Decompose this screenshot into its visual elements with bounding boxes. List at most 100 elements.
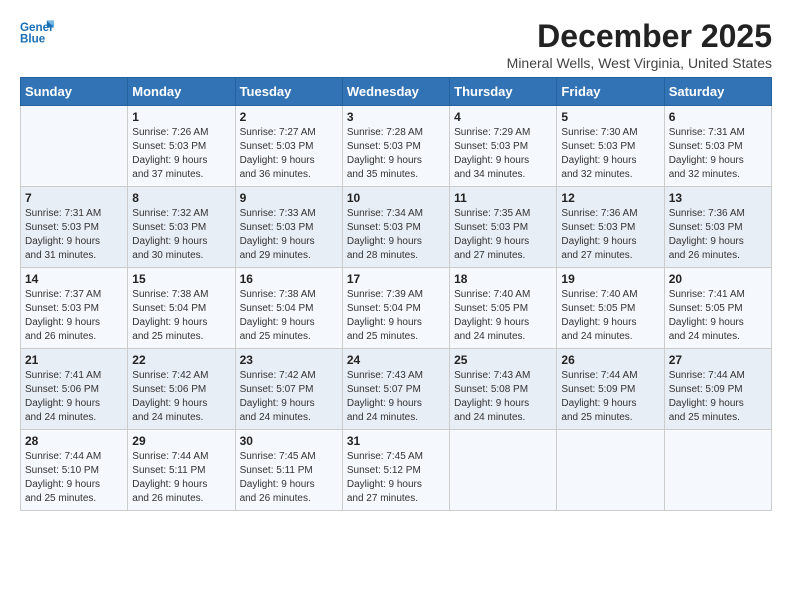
day-cell: 1 Sunrise: 7:26 AM Sunset: 5:03 PM Daylig… — [128, 106, 235, 187]
day-number: 6 — [669, 110, 767, 124]
weekday-header-saturday: Saturday — [664, 78, 771, 106]
day-cell: 4Sunrise: 7:29 AM Sunset: 5:03 PM Daylig… — [450, 106, 557, 187]
day-info: Sunrise: 7:45 AM Sunset: 5:12 PM Dayligh… — [347, 450, 445, 506]
header: General Blue December 2025 Mineral Wells… — [20, 18, 772, 71]
day-cell: 10 Sunrise: 7:34 AM Sunset: 5:03 PM Dayli… — [342, 187, 449, 268]
day-cell: 29Sunrise: 7:44 AM Sunset: 5:11 PM Dayli… — [128, 430, 235, 511]
day-number: 10 — [347, 191, 445, 205]
day-number: 23 — [240, 353, 338, 367]
day-cell: 18 Sunrise: 7:40 AM Sunset: 5:05 PM Dayli… — [450, 268, 557, 349]
day-number: 27 — [669, 353, 767, 367]
day-cell: 30 Sunrise: 7:45 AM Sunset: 5:11 PM Dayli… — [235, 430, 342, 511]
day-number: 8 — [132, 191, 230, 205]
day-info: Sunrise: 7:43 AM Sunset: 5:08 PM Dayligh… — [454, 369, 552, 425]
weekday-header-monday: Monday — [128, 78, 235, 106]
day-cell: 12 Sunrise: 7:36 AM Sunset: 5:03 PM Dayli… — [557, 187, 664, 268]
day-cell — [664, 430, 771, 511]
day-cell: 19Sunrise: 7:40 AM Sunset: 5:05 PM Dayli… — [557, 268, 664, 349]
day-cell — [557, 430, 664, 511]
day-info: Sunrise: 7:41 AM Sunset: 5:06 PM Dayligh… — [25, 369, 123, 425]
svg-text:Blue: Blue — [20, 33, 46, 46]
day-info: Sunrise: 7:44 AM Sunset: 5:09 PM Dayligh… — [669, 369, 767, 425]
week-row-1: 1 Sunrise: 7:26 AM Sunset: 5:03 PM Daylig… — [21, 106, 772, 187]
week-row-5: 28 Sunrise: 7:44 AM Sunset: 5:10 PM Dayli… — [21, 430, 772, 511]
day-cell: 9 Sunrise: 7:33 AM Sunset: 5:03 PM Daylig… — [235, 187, 342, 268]
location: Mineral Wells, West Virginia, United Sta… — [507, 55, 772, 71]
day-info: Sunrise: 7:40 AM Sunset: 5:05 PM Dayligh… — [561, 288, 659, 344]
day-info: Sunrise: 7:37 AM Sunset: 5:03 PM Dayligh… — [25, 288, 123, 344]
week-row-4: 21 Sunrise: 7:41 AM Sunset: 5:06 PM Dayli… — [21, 349, 772, 430]
day-cell: 23Sunrise: 7:42 AM Sunset: 5:07 PM Dayli… — [235, 349, 342, 430]
day-cell: 24 Sunrise: 7:43 AM Sunset: 5:07 PM Dayli… — [342, 349, 449, 430]
day-cell: 2 Sunrise: 7:27 AM Sunset: 5:03 PM Daylig… — [235, 106, 342, 187]
day-info: Sunrise: 7:45 AM Sunset: 5:11 PM Dayligh… — [240, 450, 338, 506]
day-number: 12 — [561, 191, 659, 205]
weekday-header-friday: Friday — [557, 78, 664, 106]
day-info: Sunrise: 7:27 AM Sunset: 5:03 PM Dayligh… — [240, 126, 338, 182]
day-info: Sunrise: 7:28 AM Sunset: 5:03 PM Dayligh… — [347, 126, 445, 182]
day-info: Sunrise: 7:38 AM Sunset: 5:04 PM Dayligh… — [132, 288, 230, 344]
day-number: 1 — [132, 110, 230, 124]
day-info: Sunrise: 7:42 AM Sunset: 5:06 PM Dayligh… — [132, 369, 230, 425]
weekday-header-sunday: Sunday — [21, 78, 128, 106]
day-number: 17 — [347, 272, 445, 286]
day-number: 14 — [25, 272, 123, 286]
day-info: Sunrise: 7:38 AM Sunset: 5:04 PM Dayligh… — [240, 288, 338, 344]
day-info: Sunrise: 7:32 AM Sunset: 5:03 PM Dayligh… — [132, 207, 230, 263]
day-cell: 21 Sunrise: 7:41 AM Sunset: 5:06 PM Dayli… — [21, 349, 128, 430]
day-number: 20 — [669, 272, 767, 286]
day-cell: 15 Sunrise: 7:38 AM Sunset: 5:04 PM Dayli… — [128, 268, 235, 349]
day-info: Sunrise: 7:31 AM Sunset: 5:03 PM Dayligh… — [25, 207, 123, 263]
day-number: 13 — [669, 191, 767, 205]
logo: General Blue — [20, 18, 54, 46]
day-cell — [450, 430, 557, 511]
day-info: Sunrise: 7:44 AM Sunset: 5:10 PM Dayligh… — [25, 450, 123, 506]
day-info: Sunrise: 7:44 AM Sunset: 5:09 PM Dayligh… — [561, 369, 659, 425]
day-cell: 17 Sunrise: 7:39 AM Sunset: 5:04 PM Dayli… — [342, 268, 449, 349]
day-number: 2 — [240, 110, 338, 124]
day-info: Sunrise: 7:36 AM Sunset: 5:03 PM Dayligh… — [561, 207, 659, 263]
page-container: General Blue December 2025 Mineral Wells… — [0, 0, 792, 521]
day-cell: 5Sunrise: 7:30 AM Sunset: 5:03 PM Daylig… — [557, 106, 664, 187]
day-cell: 3Sunrise: 7:28 AM Sunset: 5:03 PM Daylig… — [342, 106, 449, 187]
day-number: 7 — [25, 191, 123, 205]
day-info: Sunrise: 7:41 AM Sunset: 5:05 PM Dayligh… — [669, 288, 767, 344]
day-number: 18 — [454, 272, 552, 286]
day-info: Sunrise: 7:43 AM Sunset: 5:07 PM Dayligh… — [347, 369, 445, 425]
day-cell: 22 Sunrise: 7:42 AM Sunset: 5:06 PM Dayli… — [128, 349, 235, 430]
day-cell: 16 Sunrise: 7:38 AM Sunset: 5:04 PM Dayli… — [235, 268, 342, 349]
day-number: 15 — [132, 272, 230, 286]
day-cell: 26Sunrise: 7:44 AM Sunset: 5:09 PM Dayli… — [557, 349, 664, 430]
day-number: 11 — [454, 191, 552, 205]
day-number: 29 — [132, 434, 230, 448]
day-number: 9 — [240, 191, 338, 205]
title-block: December 2025 Mineral Wells, West Virgin… — [507, 18, 772, 71]
day-cell: 6 Sunrise: 7:31 AM Sunset: 5:03 PM Daylig… — [664, 106, 771, 187]
day-cell: 13Sunrise: 7:36 AM Sunset: 5:03 PM Dayli… — [664, 187, 771, 268]
day-info: Sunrise: 7:33 AM Sunset: 5:03 PM Dayligh… — [240, 207, 338, 263]
day-number: 16 — [240, 272, 338, 286]
day-info: Sunrise: 7:40 AM Sunset: 5:05 PM Dayligh… — [454, 288, 552, 344]
day-info: Sunrise: 7:26 AM Sunset: 5:03 PM Dayligh… — [132, 126, 230, 182]
day-number: 5 — [561, 110, 659, 124]
day-number: 30 — [240, 434, 338, 448]
day-number: 31 — [347, 434, 445, 448]
day-info: Sunrise: 7:35 AM Sunset: 5:03 PM Dayligh… — [454, 207, 552, 263]
day-info: Sunrise: 7:31 AM Sunset: 5:03 PM Dayligh… — [669, 126, 767, 182]
day-cell: 7 Sunrise: 7:31 AM Sunset: 5:03 PM Daylig… — [21, 187, 128, 268]
weekday-header-row: SundayMondayTuesdayWednesdayThursdayFrid… — [21, 78, 772, 106]
day-cell — [21, 106, 128, 187]
calendar: SundayMondayTuesdayWednesdayThursdayFrid… — [20, 77, 772, 511]
day-cell: 14 Sunrise: 7:37 AM Sunset: 5:03 PM Dayli… — [21, 268, 128, 349]
day-cell: 27 Sunrise: 7:44 AM Sunset: 5:09 PM Dayli… — [664, 349, 771, 430]
day-number: 22 — [132, 353, 230, 367]
day-info: Sunrise: 7:39 AM Sunset: 5:04 PM Dayligh… — [347, 288, 445, 344]
month-title: December 2025 — [507, 18, 772, 55]
weekday-header-tuesday: Tuesday — [235, 78, 342, 106]
week-row-3: 14 Sunrise: 7:37 AM Sunset: 5:03 PM Dayli… — [21, 268, 772, 349]
day-cell: 8 Sunrise: 7:32 AM Sunset: 5:03 PM Daylig… — [128, 187, 235, 268]
day-number: 21 — [25, 353, 123, 367]
day-number: 24 — [347, 353, 445, 367]
day-info: Sunrise: 7:34 AM Sunset: 5:03 PM Dayligh… — [347, 207, 445, 263]
day-number: 28 — [25, 434, 123, 448]
